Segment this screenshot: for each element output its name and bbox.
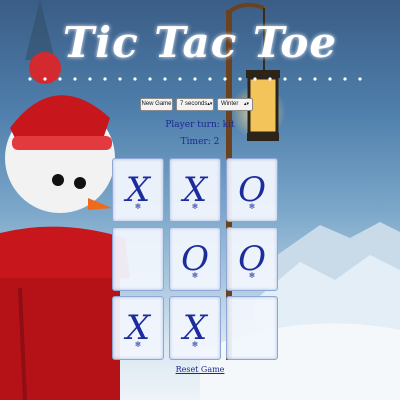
timer-select[interactable]: 7 seconds ▴▾ — [176, 97, 214, 111]
controls-bar: New Game 7 seconds ▴▾ Winter ▴▾ — [140, 97, 253, 111]
chevron-updown-icon: ▴▾ — [243, 101, 249, 107]
new-game-label: New Game — [141, 101, 172, 107]
board-cell[interactable]: O ❄ — [169, 227, 221, 291]
snowflake-icon: ❄ — [134, 202, 142, 211]
board-cell[interactable]: X ❄ — [112, 296, 164, 360]
theme-select[interactable]: Winter ▴▾ — [217, 97, 253, 111]
theme-select-value: Winter — [221, 101, 239, 107]
snowflake-icon: ❄ — [191, 340, 199, 349]
board-cell[interactable] — [226, 296, 278, 360]
snowflake-icon: ❄ — [134, 340, 142, 349]
new-game-button[interactable]: New Game — [140, 97, 173, 111]
timer-select-value: 7 seconds — [180, 101, 208, 107]
snowflake-icon: ❄ — [191, 271, 199, 280]
chevron-updown-icon: ▴▾ — [207, 101, 213, 107]
title-snowflake-decoration — [28, 77, 362, 81]
game-board: X ❄ X ❄ O ❄ O ❄ O ❄ X ❄ X ❄ — [112, 158, 279, 360]
snowflake-icon: ❄ — [248, 202, 256, 211]
board-cell[interactable]: X ❄ — [169, 296, 221, 360]
reset-game-link[interactable]: Reset Game — [0, 365, 400, 374]
page-title: Tic Tac Toe — [62, 18, 338, 67]
board-cell[interactable]: O ❄ — [226, 227, 278, 291]
board-cell[interactable]: X ❄ — [112, 158, 164, 222]
snowflake-icon: ❄ — [248, 271, 256, 280]
timer-status: Timer: 2 — [180, 137, 220, 147]
snowflake-icon: ❄ — [191, 202, 199, 211]
player-turn-status: Player turn: kit — [165, 120, 235, 130]
board-cell[interactable]: O ❄ — [226, 158, 278, 222]
board-cell[interactable]: X ❄ — [169, 158, 221, 222]
board-cell[interactable] — [112, 227, 164, 291]
